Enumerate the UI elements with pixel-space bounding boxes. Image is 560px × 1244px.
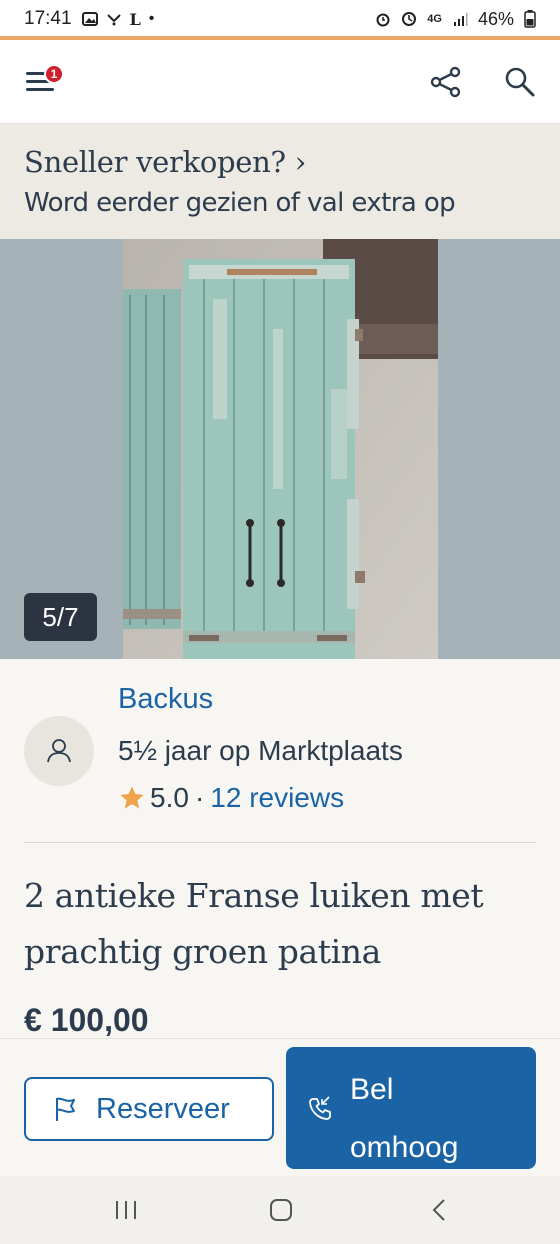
image-counter: 5/7	[24, 593, 97, 641]
home-icon	[270, 1199, 292, 1221]
chevron-right-icon: ›	[294, 145, 307, 179]
search-icon	[505, 67, 535, 97]
flag-icon	[56, 1097, 75, 1121]
promo-title: Sneller verkopen? ›	[24, 140, 536, 184]
back-icon	[432, 1199, 445, 1221]
app-header: 1	[0, 40, 560, 124]
alarm-icon	[376, 13, 390, 27]
menu-icon-bar	[26, 88, 54, 91]
missed-call-icon	[106, 14, 121, 26]
home-button[interactable]	[268, 1198, 294, 1227]
promo-subtitle: Word eerder gezien of val extra op	[24, 188, 456, 218]
l-icon: L	[129, 9, 141, 29]
shutters-image	[123, 239, 438, 659]
avatar	[24, 716, 94, 786]
recent-apps-button[interactable]	[113, 1198, 139, 1227]
status-time: 17:41	[24, 8, 72, 29]
promo-title-text: Sneller verkopen?	[24, 145, 286, 179]
rating-score: 5.0	[150, 782, 189, 813]
seller-name[interactable]: Backus	[118, 683, 213, 716]
battery-percent: 46%	[477, 8, 514, 29]
reserve-label: Reserveer	[96, 1092, 230, 1125]
recent-apps-icon	[116, 1201, 136, 1219]
listing-photo[interactable]	[123, 239, 438, 659]
listing-price: € 100,00	[24, 1002, 149, 1038]
reviews-link[interactable]: 12 reviews	[210, 782, 344, 814]
signal-icon	[453, 13, 468, 26]
phone-icon	[306, 1095, 334, 1128]
network-type: 4G	[427, 13, 442, 25]
search-button[interactable]	[502, 64, 538, 100]
call-label: Bel omhoog	[350, 1073, 459, 1164]
call-button[interactable]: Bel omhoog	[286, 1047, 536, 1169]
seller-rating: 5.0 · 12 reviews	[118, 782, 344, 814]
reserve-button[interactable]: Reserveer	[24, 1077, 274, 1141]
system-nav-bar	[0, 1176, 560, 1244]
notification-icons: L •	[81, 9, 155, 29]
more-dot-icon: •	[148, 10, 155, 27]
star-icon	[120, 786, 144, 809]
battery-icon	[524, 10, 536, 28]
notification-badge: 1	[44, 64, 64, 84]
clock-icon	[402, 12, 417, 26]
rating-separator: ·	[194, 782, 205, 813]
status-bar: 17:41 L • 4G 46%	[0, 0, 560, 38]
share-icon	[430, 66, 461, 98]
gallery-icon	[81, 12, 98, 26]
listing-title: 2 antieke Franse luiken met prachtig gro…	[24, 876, 484, 971]
user-icon	[47, 739, 71, 763]
seller-info[interactable]: Backus 5½ jaar op Marktplaats 5.0 · 12 r…	[0, 659, 560, 843]
back-button[interactable]	[428, 1198, 454, 1227]
action-bar: Reserveer Bel omhoog	[0, 1038, 560, 1176]
seller-since: 5½ jaar op Marktplaats	[118, 735, 403, 766]
system-indicators: 4G 46%	[375, 9, 536, 30]
divider	[24, 842, 536, 843]
promo-banner[interactable]: Sneller verkopen? › Word eerder gezien o…	[0, 124, 560, 240]
share-button[interactable]	[428, 64, 464, 100]
